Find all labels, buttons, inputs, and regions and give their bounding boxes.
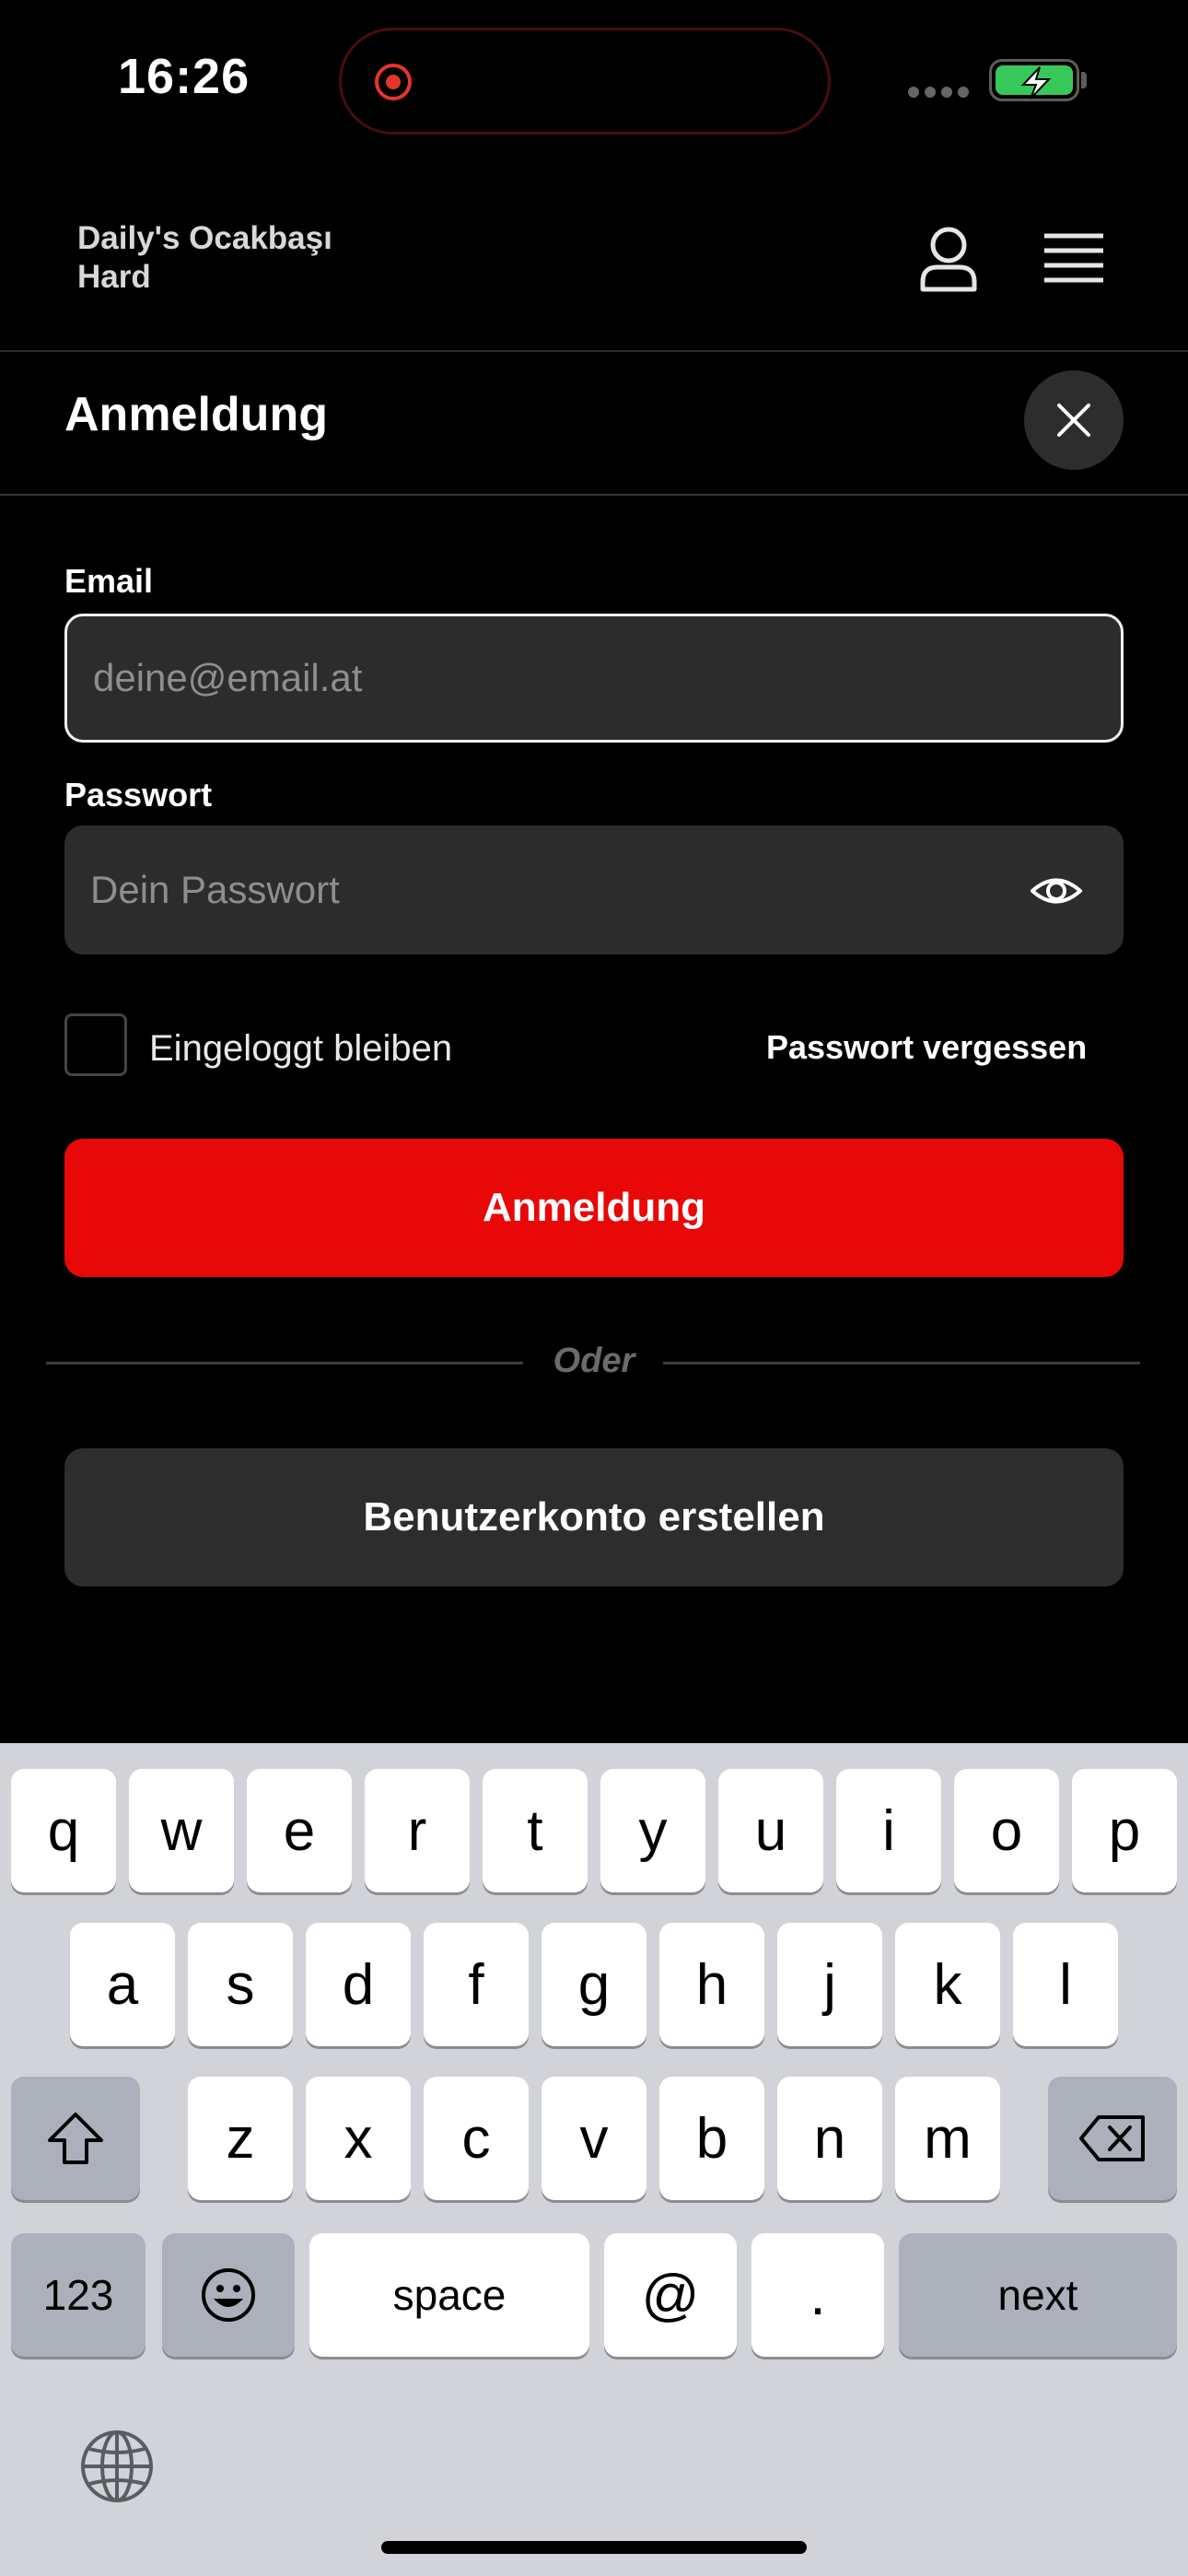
next-key[interactable]: next (899, 2233, 1177, 2357)
create-account-button[interactable]: Benutzerkonto erstellen (64, 1448, 1124, 1587)
key-y[interactable]: y (600, 1769, 705, 1892)
home-indicator (381, 2541, 807, 2554)
email-label: Email (64, 562, 154, 600)
key-l[interactable]: l (1013, 1923, 1118, 2046)
key-h[interactable]: h (659, 1923, 764, 2046)
key-v[interactable]: v (542, 2077, 646, 2200)
email-field[interactable] (93, 616, 1014, 740)
globe-icon[interactable] (77, 2427, 157, 2506)
header-divider (0, 350, 1188, 352)
key-o[interactable]: o (954, 1769, 1059, 1892)
key-p[interactable]: p (1072, 1769, 1177, 1892)
password-label: Passwort (64, 776, 213, 814)
key-g[interactable]: g (542, 1923, 646, 2046)
shift-key[interactable] (11, 2077, 140, 2200)
sheet-divider (0, 494, 1188, 496)
key-k[interactable]: k (895, 1923, 1000, 2046)
close-button[interactable] (1024, 370, 1124, 470)
signal-icon (908, 87, 973, 98)
key-d[interactable]: d (306, 1923, 411, 2046)
or-divider-right (663, 1362, 1140, 1364)
user-icon[interactable] (912, 221, 985, 295)
key-t[interactable]: t (483, 1769, 588, 1892)
recording-icon (375, 64, 412, 100)
shift-icon (48, 2113, 103, 2164)
show-password-icon[interactable] (1030, 864, 1083, 918)
key-e[interactable]: e (247, 1769, 352, 1892)
dot-key[interactable]: . (751, 2233, 884, 2357)
key-r[interactable]: r (365, 1769, 470, 1892)
menu-icon[interactable] (1037, 221, 1111, 295)
keyboard: qwertyuiop asdfghjkl zxcvbnm 123 space @… (0, 1743, 1188, 2576)
status-time: 16:26 (118, 49, 250, 104)
password-field[interactable] (90, 825, 1011, 954)
key-s[interactable]: s (188, 1923, 293, 2046)
key-w[interactable]: w (129, 1769, 234, 1892)
battery-icon (989, 59, 1079, 101)
key-b[interactable]: b (659, 2077, 764, 2200)
restaurant-name[interactable]: Daily's Ocakbaşı Hard (77, 219, 390, 297)
key-u[interactable]: u (718, 1769, 823, 1892)
numbers-key[interactable]: 123 (11, 2233, 146, 2357)
key-j[interactable]: j (777, 1923, 882, 2046)
at-key[interactable]: @ (604, 2233, 737, 2357)
or-divider-text: Oder (553, 1341, 635, 1380)
key-x[interactable]: x (306, 2077, 411, 2200)
dynamic-island (339, 28, 831, 135)
key-m[interactable]: m (895, 2077, 1000, 2200)
key-z[interactable]: z (188, 2077, 293, 2200)
key-f[interactable]: f (424, 1923, 529, 2046)
restaurant-name-line2: Hard (77, 259, 151, 295)
email-field-container (64, 614, 1124, 743)
key-n[interactable]: n (777, 2077, 882, 2200)
login-title: Anmeldung (64, 388, 328, 441)
password-field-container (64, 825, 1124, 954)
close-icon (1057, 404, 1090, 437)
login-button[interactable]: Anmeldung (64, 1139, 1124, 1277)
or-divider-left (46, 1362, 523, 1364)
forgot-password-link[interactable]: Passwort vergessen (766, 1028, 1087, 1067)
stay-logged-in-checkbox[interactable] (64, 1013, 127, 1076)
key-a[interactable]: a (70, 1923, 175, 2046)
restaurant-name-line1: Daily's Ocakbaşı (77, 220, 332, 256)
delete-icon (1079, 2115, 1145, 2161)
stay-logged-in-label[interactable]: Eingeloggt bleiben (149, 1028, 452, 1070)
space-key[interactable]: space (309, 2233, 589, 2357)
delete-key[interactable] (1048, 2077, 1177, 2200)
emoji-key[interactable] (162, 2233, 295, 2357)
key-c[interactable]: c (424, 2077, 529, 2200)
emoji-icon (202, 2268, 255, 2322)
key-q[interactable]: q (11, 1769, 116, 1892)
battery-tip (1081, 72, 1087, 88)
key-i[interactable]: i (836, 1769, 941, 1892)
